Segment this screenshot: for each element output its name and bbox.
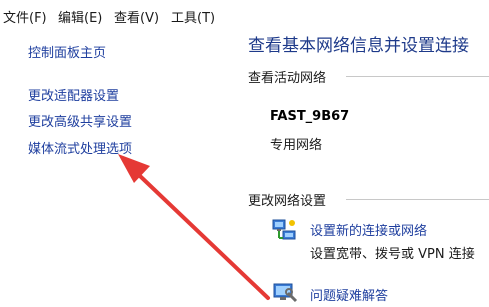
sidebar-link-advanced-sharing-settings[interactable]: 更改高级共享设置 bbox=[28, 111, 132, 130]
change-settings-divider bbox=[346, 199, 489, 200]
setup-new-connection-description: 设置宽带、拨号或 VPN 连接 bbox=[310, 247, 475, 262]
change-network-settings-heading: 更改网络设置 bbox=[248, 194, 327, 209]
network-type-link[interactable]: 专用网络 bbox=[270, 134, 322, 153]
main-panel: 查看基本网络信息并设置连接 查看活动网络 FAST_9B67 专用网络 更改网络… bbox=[228, 30, 489, 307]
troubleshoot-problems-link[interactable]: 问题疑难解答 bbox=[310, 285, 388, 304]
active-networks-divider bbox=[346, 76, 489, 77]
menu-tools[interactable]: 工具(T) bbox=[171, 7, 215, 26]
menu-file[interactable]: 文件(F) bbox=[3, 7, 47, 26]
sidebar-link-media-streaming-options[interactable]: 媒体流式处理选项 bbox=[28, 138, 132, 157]
network-setup-icon bbox=[272, 219, 296, 240]
sidebar-link-control-panel-home[interactable]: 控制面板主页 bbox=[28, 42, 106, 61]
sidebar: 控制面板主页 更改适配器设置 更改高级共享设置 媒体流式处理选项 bbox=[0, 30, 228, 307]
network-name: FAST_9B67 bbox=[270, 109, 350, 124]
sidebar-link-change-adapter-settings[interactable]: 更改适配器设置 bbox=[28, 85, 119, 104]
menu-edit[interactable]: 编辑(E) bbox=[58, 7, 102, 26]
setup-new-connection-link[interactable]: 设置新的连接或网络 bbox=[310, 220, 427, 239]
troubleshoot-icon bbox=[273, 283, 298, 303]
menu-bar: 文件(F) 编辑(E) 查看(V) 工具(T) bbox=[0, 0, 489, 30]
menu-view[interactable]: 查看(V) bbox=[114, 7, 159, 26]
page-title: 查看基本网络信息并设置连接 bbox=[248, 36, 469, 56]
active-networks-heading: 查看活动网络 bbox=[248, 71, 327, 86]
